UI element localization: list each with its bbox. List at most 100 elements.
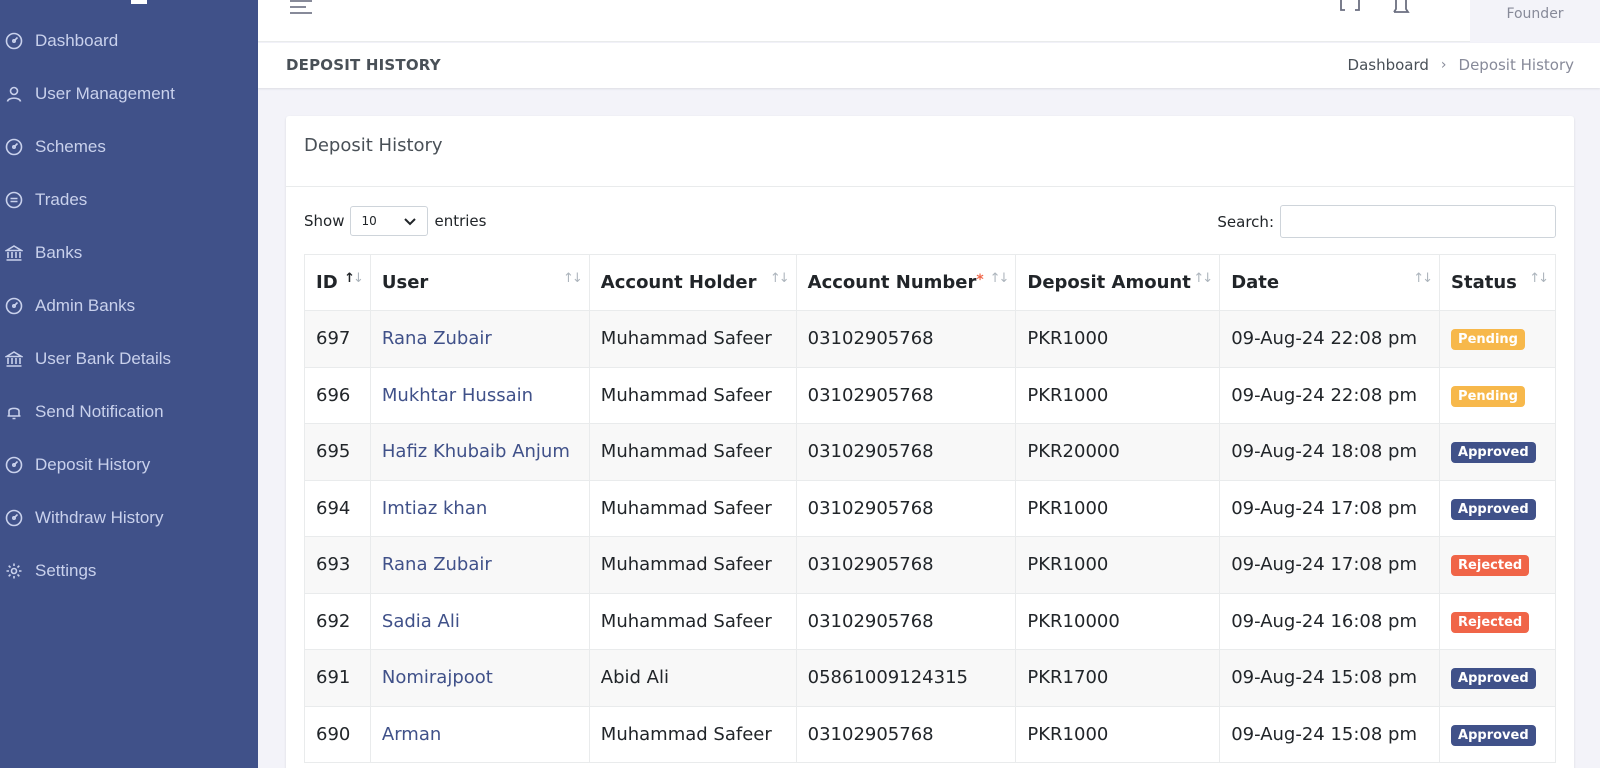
- sidebar-item-withdraw-history[interactable]: Withdraw History: [0, 498, 258, 538]
- sort-icon: ↑↓: [769, 271, 790, 286]
- cell-id: 691: [304, 649, 371, 707]
- cell-deposit-amount: PKR1000: [1015, 366, 1221, 424]
- cell-account-holder: Muhammad Safeer: [588, 705, 797, 763]
- sidebar-item-banks[interactable]: Banks: [0, 233, 258, 273]
- user-link[interactable]: Arman: [382, 724, 441, 745]
- sort-ascending-icon: ↑↓: [344, 271, 364, 286]
- cell-account-number: 03102905768: [795, 705, 1017, 763]
- deposit-history-card: Deposit History Show 10 entries Search: …: [286, 116, 1574, 768]
- sidebar-item-user-management[interactable]: User Management: [0, 74, 258, 114]
- user-link[interactable]: Imtiaz khan: [382, 498, 487, 519]
- table-row: 697 Rana Zubair Muhammad Safeer 03102905768…: [304, 310, 1556, 368]
- sort-icon: ↑↓: [1193, 271, 1213, 286]
- sort-icon: ↑↓: [563, 271, 583, 286]
- column-header-deposit-amount[interactable]: Deposit Amount ↑↓: [1015, 254, 1221, 311]
- user-link[interactable]: Rana Zubair: [382, 328, 492, 349]
- hamburger-menu-icon[interactable]: [290, 0, 312, 14]
- sidebar-item-label: User Management: [35, 84, 175, 103]
- cell-account-number: 03102905768: [795, 423, 1017, 481]
- cell-account-holder: Abid Ali: [588, 649, 797, 707]
- cell-status: Rejected: [1439, 592, 1556, 650]
- entries-label: entries: [434, 212, 487, 230]
- cell-account-number: 03102905768: [795, 310, 1017, 368]
- user-link[interactable]: Hafiz Khubaib Anjum: [382, 441, 570, 462]
- exchange-icon: [4, 190, 24, 210]
- breadcrumb: Dashboard › Deposit History: [1348, 56, 1574, 74]
- cell-id: 693: [304, 536, 371, 594]
- breadcrumb-dashboard-link[interactable]: Dashboard: [1348, 56, 1429, 74]
- column-header-user[interactable]: User ↑↓: [369, 254, 590, 311]
- card-title: Deposit History: [304, 135, 443, 156]
- user-link[interactable]: Rana Zubair: [382, 554, 492, 575]
- user-link[interactable]: Sadia Ali: [382, 611, 460, 632]
- entries-per-page-select[interactable]: 10: [350, 206, 429, 236]
- sidebar-item-label: User Bank Details: [35, 349, 172, 368]
- cell-account-holder: Muhammad Safeer: [588, 479, 797, 537]
- bell-icon[interactable]: [1390, 0, 1412, 16]
- cell-user: Mukhtar Hussain: [369, 366, 590, 424]
- cell-user: Nomirajpoot: [369, 649, 590, 707]
- bank-icon: [4, 349, 24, 369]
- speedometer-icon: [4, 508, 24, 528]
- page-title: DEPOSIT HISTORY: [286, 56, 441, 74]
- table-search: Search:: [1217, 205, 1556, 238]
- search-input[interactable]: [1280, 205, 1556, 238]
- cell-account-holder: Muhammad Safeer: [588, 536, 797, 594]
- sidebar-item-trades[interactable]: Trades: [0, 180, 258, 220]
- cell-id: 695: [304, 423, 371, 481]
- speedometer-icon: [4, 296, 24, 316]
- column-header-status[interactable]: Status ↑↓: [1439, 254, 1556, 311]
- cell-id: 694: [304, 479, 371, 537]
- page-title-bar: DEPOSIT HISTORY Dashboard › Deposit Hist…: [258, 43, 1600, 88]
- sidebar-item-schemes[interactable]: Schemes: [0, 127, 258, 167]
- table-row: 696 Mukhtar Hussain Muhammad Safeer 0310290…: [304, 366, 1556, 424]
- column-header-account-number[interactable]: Account Number* ↑↓: [795, 254, 1017, 311]
- cell-account-holder: Muhammad Safeer: [588, 310, 797, 368]
- sidebar-item-admin-banks[interactable]: Admin Banks: [0, 286, 258, 326]
- sidebar-item-deposit-history[interactable]: Deposit History: [0, 445, 258, 485]
- sidebar-item-label: Dashboard: [35, 31, 119, 50]
- sidebar-item-send-notification[interactable]: Send Notification: [0, 392, 258, 432]
- user-link[interactable]: Nomirajpoot: [382, 667, 493, 688]
- cell-account-number: 05861009124315: [795, 649, 1017, 707]
- cell-account-holder: Muhammad Safeer: [588, 423, 797, 481]
- status-badge: Pending: [1451, 329, 1525, 351]
- card-header: Deposit History: [286, 116, 1574, 187]
- status-badge: Pending: [1451, 385, 1525, 407]
- breadcrumb-separator: ›: [1440, 57, 1447, 73]
- sidebar-item-settings[interactable]: Settings: [0, 551, 258, 591]
- column-header-id[interactable]: ID ↑↓: [304, 254, 371, 311]
- cell-status: Approved: [1439, 705, 1556, 763]
- status-badge: Rejected: [1451, 611, 1530, 633]
- cell-user: Rana Zubair: [369, 310, 590, 368]
- sidebar-item-user-bank-details[interactable]: User Bank Details: [0, 339, 258, 379]
- sidebar-item-label: Trades: [35, 190, 88, 209]
- sidebar-item-label: Admin Banks: [35, 296, 136, 315]
- table-header-row: ID ↑↓ User ↑↓ Account Holder ↑↓ Account …: [304, 254, 1556, 311]
- speedometer-icon: [4, 31, 24, 51]
- gear-icon: [4, 561, 24, 581]
- cell-date: 09-Aug-24 17:08 pm: [1219, 479, 1441, 537]
- show-label: Show: [304, 212, 345, 230]
- sidebar-item-label: Settings: [35, 561, 97, 580]
- cell-deposit-amount: PKR1000: [1015, 479, 1221, 537]
- cell-deposit-amount: PKR10000: [1015, 592, 1221, 650]
- cell-account-number: 03102905768: [795, 479, 1017, 537]
- cell-date: 09-Aug-24 22:08 pm: [1219, 310, 1441, 368]
- user-link[interactable]: Mukhtar Hussain: [382, 385, 533, 406]
- sidebar-item-dashboard[interactable]: Dashboard: [0, 21, 258, 61]
- status-badge: Approved: [1451, 442, 1536, 464]
- cell-status: Pending: [1439, 366, 1556, 424]
- cell-status: Rejected: [1439, 536, 1556, 594]
- fullscreen-icon[interactable]: [1339, 0, 1361, 16]
- cell-status: Approved: [1439, 423, 1556, 481]
- chevron-down-icon: [404, 218, 417, 226]
- speedometer-icon: [4, 137, 24, 157]
- cell-account-number: 03102905768: [795, 366, 1017, 424]
- column-header-date[interactable]: Date ↑↓: [1219, 254, 1441, 311]
- user-profile-button[interactable]: Founder: [1470, 0, 1600, 42]
- cell-account-number: 03102905768: [795, 536, 1017, 594]
- cell-id: 696: [304, 366, 371, 424]
- entries-select-value: 10: [361, 214, 377, 228]
- column-header-account-holder[interactable]: Account Holder ↑↓: [588, 254, 797, 311]
